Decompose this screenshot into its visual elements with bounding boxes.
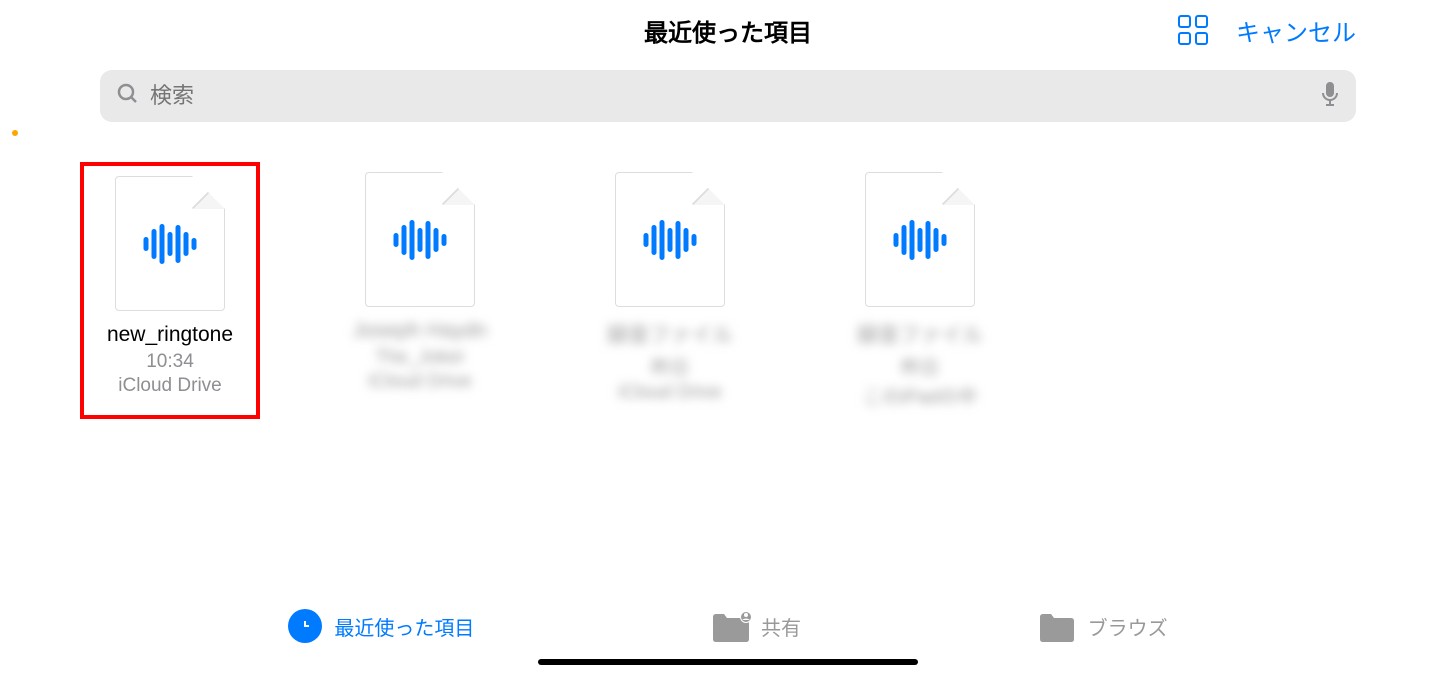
clock-icon (288, 609, 322, 643)
grid-view-icon[interactable] (1178, 15, 1208, 45)
nav-label-shared: 共有 (761, 612, 801, 641)
file-item[interactable]: new_ringtone 10:34 iCloud Drive (80, 162, 260, 419)
file-item[interactable]: 録音ファイル 昨日 iCloud Drive (580, 162, 760, 419)
file-item[interactable]: 録音ファイル 昨日 このiPadの中 (830, 162, 1010, 419)
page-title: 最近使った項目 (644, 13, 812, 48)
home-indicator[interactable] (538, 659, 918, 665)
bottom-navigation: 最近使った項目 共有 ブラウズ (0, 609, 1456, 643)
search-input[interactable] (150, 83, 1320, 109)
cancel-button[interactable]: キャンセル (1236, 13, 1356, 48)
search-bar[interactable] (100, 70, 1356, 122)
audio-file-icon (865, 172, 975, 307)
file-location: iCloud Drive (368, 371, 471, 393)
search-icon (116, 82, 140, 111)
header-actions: キャンセル (1178, 13, 1356, 48)
side-indicator-dot (12, 130, 18, 136)
file-name: Joseph Haydn (353, 319, 487, 343)
nav-item-browse[interactable]: ブラウズ (1038, 611, 1168, 641)
nav-label-browse: ブラウズ (1088, 612, 1168, 641)
file-location: iCloud Drive (118, 375, 221, 397)
file-name: 録音ファイル (857, 319, 983, 349)
audio-file-icon (615, 172, 725, 307)
file-time: The_Joker (375, 347, 465, 369)
file-grid: new_ringtone 10:34 iCloud Drive Joseph H… (0, 142, 1456, 439)
file-time: 昨日 (901, 353, 939, 380)
file-name: 録音ファイル (607, 319, 733, 349)
file-location: iCloud Drive (618, 382, 721, 404)
file-location: このiPadの中 (863, 382, 977, 409)
file-name: new_ringtone (107, 323, 233, 347)
nav-item-recent[interactable]: 最近使った項目 (288, 609, 474, 643)
file-time: 昨日 (651, 353, 689, 380)
nav-item-shared[interactable]: 共有 (711, 611, 801, 641)
audio-file-icon (115, 176, 225, 311)
nav-label-recent: 最近使った項目 (334, 612, 474, 641)
file-item[interactable]: Joseph Haydn The_Joker iCloud Drive (330, 162, 510, 419)
file-time: 10:34 (146, 351, 194, 373)
microphone-icon[interactable] (1320, 81, 1340, 112)
audio-file-icon (365, 172, 475, 307)
folder-icon (1038, 611, 1076, 641)
shared-folder-icon (711, 611, 749, 641)
header: 最近使った項目 キャンセル (0, 0, 1456, 60)
